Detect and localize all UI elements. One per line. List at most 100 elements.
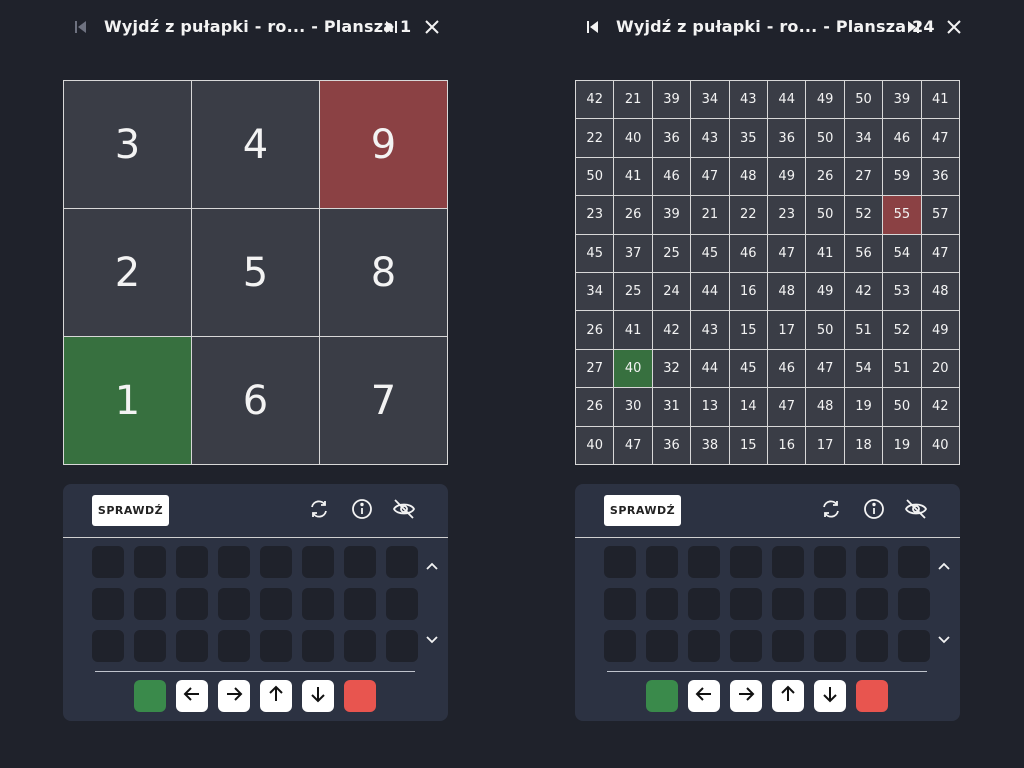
move-slot[interactable] [646, 630, 678, 662]
move-slot[interactable] [386, 630, 418, 662]
board-cell[interactable]: 49 [806, 81, 845, 120]
board-cell[interactable]: 50 [883, 388, 922, 427]
board-cell[interactable]: 51 [844, 311, 884, 350]
board-cell[interactable]: 6 [192, 337, 320, 465]
board-cell[interactable]: 52 [883, 311, 922, 350]
move-slot[interactable] [898, 630, 930, 662]
board-cell[interactable]: 49 [806, 273, 845, 312]
board-cell[interactable]: 59 [883, 157, 922, 197]
board-cell[interactable]: 32 [652, 349, 692, 389]
board-cell[interactable]: 22 [576, 119, 615, 158]
board-cell[interactable]: 2 [64, 209, 192, 337]
board-cell[interactable]: 26 [576, 311, 615, 350]
board-cell[interactable]: 54 [844, 349, 884, 389]
move-slot[interactable] [260, 630, 292, 662]
move-slot[interactable] [344, 630, 376, 662]
board-cell[interactable]: 48 [729, 157, 768, 197]
board-cell[interactable]: 17 [768, 311, 807, 350]
board-cell[interactable]: 25 [652, 234, 692, 273]
board-cell[interactable]: 36 [921, 157, 960, 197]
board-cell[interactable]: 30 [614, 388, 653, 427]
board-cell[interactable]: 40 [921, 426, 960, 465]
board-cell[interactable]: 14 [729, 388, 768, 427]
board-cell[interactable]: 43 [729, 81, 768, 120]
board-cell[interactable]: 36 [768, 119, 807, 158]
board-cell[interactable]: 36 [652, 426, 692, 465]
board-cell[interactable]: 15 [729, 426, 768, 465]
board-cell[interactable]: 23 [576, 196, 615, 235]
board-cell[interactable]: 18 [844, 426, 884, 465]
board-cell[interactable]: 37 [614, 234, 653, 273]
board-cell[interactable]: 3 [64, 81, 192, 209]
board-cell[interactable]: 17 [806, 426, 845, 465]
move-slot[interactable] [386, 546, 418, 578]
board-cell[interactable]: 50 [576, 157, 615, 197]
board-cell[interactable]: 49 [921, 311, 960, 350]
move-slot[interactable] [688, 546, 720, 578]
move-slot[interactable] [646, 588, 678, 620]
board-cell[interactable]: 45 [691, 234, 730, 273]
move-slot[interactable] [176, 630, 208, 662]
board-cell[interactable]: 39 [883, 81, 922, 120]
board-cell[interactable]: 16 [729, 273, 768, 312]
board-cell[interactable]: 26 [614, 196, 653, 235]
board-cell[interactable]: 47 [921, 234, 960, 273]
board-cell[interactable]: 49 [768, 157, 807, 197]
board-cell[interactable]: 20 [921, 349, 960, 389]
board-cell[interactable]: 47 [921, 119, 960, 158]
move-slot[interactable] [302, 630, 334, 662]
move-slot[interactable] [302, 546, 334, 578]
move-slot[interactable] [92, 546, 124, 578]
move-slot[interactable] [218, 630, 250, 662]
board-cell[interactable]: 46 [652, 157, 692, 197]
move-slot[interactable] [218, 588, 250, 620]
move-slot[interactable] [604, 588, 636, 620]
board-cell[interactable]: 41 [614, 311, 653, 350]
board-cell[interactable]: 47 [691, 157, 730, 197]
board-cell[interactable]: 34 [844, 119, 884, 158]
board-cell[interactable]: 43 [691, 119, 730, 158]
last-board-button[interactable] [897, 10, 931, 44]
move-slot[interactable] [688, 588, 720, 620]
board-cell[interactable]: 39 [652, 81, 692, 120]
move-slot[interactable] [604, 630, 636, 662]
first-board-button[interactable] [63, 10, 97, 44]
board-cell[interactable]: 7 [320, 337, 448, 465]
info-button[interactable] [861, 498, 887, 524]
move-slot[interactable] [856, 588, 888, 620]
move-slot[interactable] [898, 588, 930, 620]
board-cell[interactable]: 42 [576, 81, 615, 120]
arrow-down-button[interactable] [814, 680, 846, 712]
move-slot[interactable] [814, 588, 846, 620]
start-cell[interactable]: 40 [614, 349, 653, 389]
board-cell[interactable]: 50 [806, 311, 845, 350]
start-cell[interactable]: 1 [64, 337, 192, 465]
move-slot[interactable] [772, 630, 804, 662]
board-cell[interactable]: 38 [691, 426, 730, 465]
board-cell[interactable]: 51 [883, 349, 922, 389]
board-cell[interactable]: 54 [883, 234, 922, 273]
move-slot[interactable] [646, 546, 678, 578]
reset-button[interactable] [306, 498, 332, 524]
move-slot[interactable] [176, 546, 208, 578]
move-slot[interactable] [604, 546, 636, 578]
board-cell[interactable]: 42 [921, 388, 960, 427]
arrow-left-button[interactable] [688, 680, 720, 712]
move-slot[interactable] [688, 630, 720, 662]
red-color-button[interactable] [344, 680, 376, 712]
board-cell[interactable]: 44 [691, 273, 730, 312]
board-cell[interactable]: 47 [806, 349, 845, 389]
board-cell[interactable]: 57 [921, 196, 960, 235]
board-cell[interactable]: 31 [652, 388, 692, 427]
board-cell[interactable]: 26 [576, 388, 615, 427]
move-slot[interactable] [134, 588, 166, 620]
move-slot[interactable] [302, 588, 334, 620]
board-cell[interactable]: 46 [729, 234, 768, 273]
last-board-button[interactable] [375, 10, 409, 44]
hide-button[interactable] [391, 498, 417, 524]
board-cell[interactable]: 39 [652, 196, 692, 235]
move-slot[interactable] [344, 588, 376, 620]
board-cell[interactable]: 34 [691, 81, 730, 120]
board-cell[interactable]: 40 [576, 426, 615, 465]
board-cell[interactable]: 45 [576, 234, 615, 273]
